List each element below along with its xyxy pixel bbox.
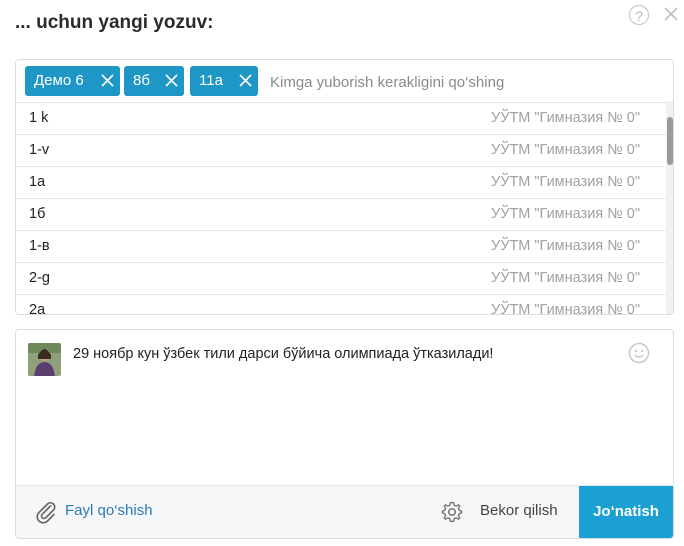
- class-name: 1 k: [29, 110, 49, 126]
- message-composer: 29 ноябр кун ўзбек тили дарси бўйича оли…: [15, 329, 674, 539]
- recipient-tag-label: 8б: [133, 72, 150, 89]
- class-name: 1а: [29, 174, 46, 190]
- school-name: УЎТМ "Гимназия № 0": [491, 142, 640, 158]
- recipient-tag: 8б: [124, 66, 184, 96]
- recipient-tag: 11а: [190, 66, 258, 96]
- gear-icon[interactable]: [440, 500, 464, 524]
- class-name: 1б: [29, 206, 46, 222]
- school-name: УЎТМ "Гимназия № 0": [491, 174, 640, 190]
- class-name: 2а: [29, 302, 46, 315]
- recipient-tag: Демо 6: [25, 66, 120, 96]
- school-name: УЎТМ "Гимназия № 0": [491, 270, 640, 286]
- recipient-tag-label: 11а: [199, 72, 223, 89]
- recipient-tag-label: Демо 6: [34, 72, 84, 89]
- list-item[interactable]: 1 k УЎТМ "Гимназия № 0": [16, 103, 666, 135]
- school-name: УЎТМ "Гимназия № 0": [491, 110, 640, 126]
- close-icon[interactable]: [663, 6, 679, 22]
- remove-tag-icon[interactable]: [101, 74, 114, 87]
- help-icon[interactable]: ?: [629, 5, 649, 25]
- remove-tag-icon[interactable]: [165, 74, 178, 87]
- list-item[interactable]: 1-v УЎТМ "Гимназия № 0": [16, 135, 666, 167]
- school-name: УЎТМ "Гимназия № 0": [491, 238, 640, 254]
- recipient-suggestions-list: 1 k УЎТМ "Гимназия № 0" 1-v УЎТМ "Гимназ…: [16, 103, 666, 315]
- list-item[interactable]: 1а УЎТМ "Гимназия № 0": [16, 167, 666, 199]
- avatar: [28, 343, 61, 376]
- message-text[interactable]: 29 ноябр кун ўзбек тили дарси бўйича оли…: [73, 344, 613, 364]
- class-name: 1-v: [29, 142, 50, 158]
- recipient-tags-row: Демо 6 8б 11а: [16, 60, 673, 103]
- list-item[interactable]: 1-в УЎТМ "Гимназия № 0": [16, 231, 666, 263]
- school-name: УЎТМ "Гимназия № 0": [491, 206, 640, 222]
- list-item[interactable]: 2-g УЎТМ "Гимназия № 0": [16, 263, 666, 295]
- school-name: УЎТМ "Гимназия № 0": [491, 302, 640, 315]
- remove-tag-icon[interactable]: [239, 74, 252, 87]
- paperclip-icon[interactable]: [34, 500, 58, 524]
- recipient-search-input[interactable]: [268, 69, 652, 95]
- page-title: ... uchun yangi yozuv:: [15, 12, 214, 33]
- cancel-button[interactable]: Bekor qilish: [480, 502, 558, 519]
- recipients-box: Демо 6 8б 11а 1 k УЎТМ "Гимназия № 0" 1-…: [15, 59, 674, 315]
- attach-file-link[interactable]: Fayl qo‘shish: [65, 502, 153, 519]
- list-scrollbar[interactable]: [666, 103, 673, 314]
- send-button[interactable]: Jo‘natish: [579, 486, 673, 538]
- emoji-icon[interactable]: [628, 342, 650, 364]
- list-item[interactable]: 1б УЎТМ "Гимназия № 0": [16, 199, 666, 231]
- composer-footer: Fayl qo‘shish Bekor qilish Jo‘natish: [16, 485, 673, 538]
- class-name: 2-g: [29, 270, 50, 286]
- list-item[interactable]: 2а УЎТМ "Гимназия № 0": [16, 295, 666, 315]
- scrollbar-thumb[interactable]: [667, 117, 673, 165]
- class-name: 1-в: [29, 238, 50, 254]
